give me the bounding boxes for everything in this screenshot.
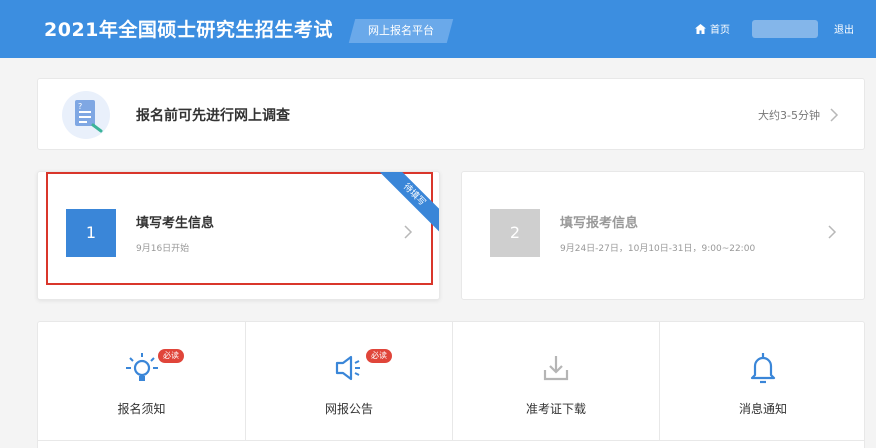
survey-card[interactable]: ? 报名前可先进行网上调查 大约3-5分钟 <box>37 78 865 150</box>
megaphone-icon <box>335 355 360 381</box>
step-subtitle: 9月16日开始 <box>136 244 190 254</box>
must-read-badge: 必读 <box>366 349 392 363</box>
svg-text:?: ? <box>78 102 82 111</box>
home-link[interactable]: 首页 <box>695 21 730 36</box>
home-icon <box>695 23 706 34</box>
feature-grid: 必读 报名须知 必读 网报公告 准考证下载 消息通知 <box>37 321 865 448</box>
must-read-badge: 必读 <box>158 349 184 363</box>
platform-badge: 网上报名平台 <box>348 19 454 43</box>
download-icon <box>543 356 569 381</box>
step-subtitle: 9月24日-27日，10月10日-31日，9:00~22:00 <box>560 244 756 254</box>
step-fill-application-info[interactable]: 2 填写报考信息 9月24日-27日，10月10日-31日，9:00~22:00 <box>461 171 865 300</box>
feature-label: 准考证下载 <box>525 402 586 416</box>
home-link-label: 首页 <box>710 25 730 36</box>
feature-notifications[interactable]: 消息通知 <box>659 322 866 440</box>
top-header: 2021年全国硕士研究生招生考试 网上报名平台 首页 退出 <box>0 0 876 58</box>
chevron-right-icon <box>404 225 413 239</box>
platform-badge-label: 网上报名平台 <box>368 24 434 37</box>
page-title: 2021年全国硕士研究生招生考试 <box>44 19 333 41</box>
lightbulb-icon <box>125 353 158 381</box>
feature-registration-notice[interactable]: 必读 报名须知 <box>38 322 245 440</box>
step-title: 填写报考信息 <box>560 216 639 231</box>
survey-time: 大约3-5分钟 <box>758 109 820 122</box>
step-number-1: 1 <box>66 209 116 257</box>
survey-document-icon: ? <box>62 91 110 139</box>
chevron-right-icon <box>830 108 839 122</box>
chevron-right-icon <box>828 225 837 239</box>
step-number-2: 2 <box>490 209 540 257</box>
feature-label: 报名须知 <box>117 402 166 416</box>
logout-link[interactable]: 退出 <box>834 21 854 36</box>
divider <box>38 440 864 441</box>
feature-label: 网报公告 <box>324 402 373 416</box>
step-fill-candidate-info[interactable]: 1 填写考生信息 9月16日开始 待填写 <box>37 171 440 300</box>
step-title: 填写考生信息 <box>136 216 215 231</box>
username-redacted <box>752 20 818 38</box>
bell-icon <box>750 353 776 384</box>
feature-announcement[interactable]: 必读 网报公告 <box>245 322 452 440</box>
feature-label: 消息通知 <box>738 402 787 416</box>
feature-admission-ticket-download[interactable]: 准考证下载 <box>452 322 659 440</box>
survey-text: 报名前可先进行网上调查 <box>136 108 290 124</box>
